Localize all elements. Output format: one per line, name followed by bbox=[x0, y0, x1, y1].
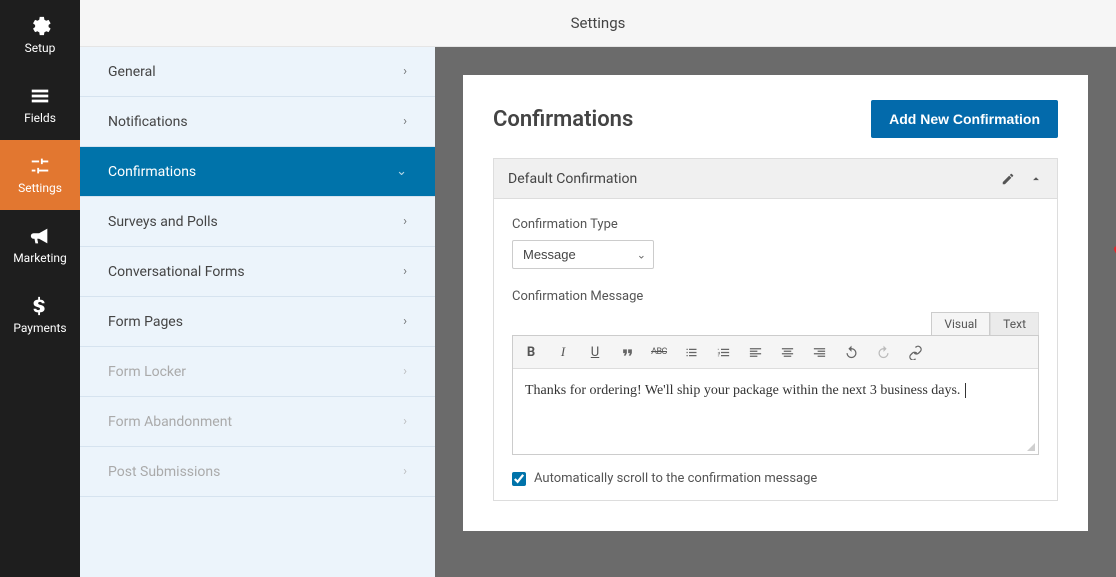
confirmation-block-title: Default Confirmation bbox=[508, 171, 637, 187]
chevron-right-icon: › bbox=[403, 114, 407, 129]
editor-toolbar: B I U ABC bbox=[513, 336, 1038, 369]
annotation-arrow bbox=[1105, 167, 1116, 291]
submenu-item-conversational[interactable]: Conversational Forms › bbox=[80, 247, 435, 297]
submenu-item-confirmations[interactable]: Confirmations ⌄ bbox=[80, 147, 435, 197]
confirmation-type-label: Confirmation Type bbox=[512, 217, 1039, 232]
submenu-item-formabandonment[interactable]: Form Abandonment › bbox=[80, 397, 435, 447]
editor-tab-text[interactable]: Text bbox=[990, 312, 1039, 335]
panel-title: Confirmations bbox=[493, 107, 633, 132]
unordered-list-button[interactable] bbox=[681, 342, 701, 362]
gear-icon bbox=[29, 15, 51, 37]
editor-text-content: Thanks for ordering! We'll ship your pac… bbox=[525, 383, 960, 398]
sidebar-label-setup: Setup bbox=[25, 41, 56, 55]
undo-button[interactable] bbox=[841, 342, 861, 362]
redo-button[interactable] bbox=[873, 342, 893, 362]
confirmation-message-label: Confirmation Message bbox=[512, 289, 1039, 304]
submenu-label: Conversational Forms bbox=[108, 264, 245, 280]
sidebar-item-marketing[interactable]: Marketing bbox=[0, 210, 80, 280]
align-left-button[interactable] bbox=[745, 342, 765, 362]
resize-handle-icon[interactable] bbox=[1026, 442, 1036, 452]
submenu-label: General bbox=[108, 64, 156, 80]
chevron-up-icon[interactable] bbox=[1029, 172, 1043, 186]
sliders-icon bbox=[29, 155, 51, 177]
sidebar-item-setup[interactable]: Setup bbox=[0, 0, 80, 70]
submenu-item-formpages[interactable]: Form Pages › bbox=[80, 297, 435, 347]
align-right-button[interactable] bbox=[809, 342, 829, 362]
submenu-item-notifications[interactable]: Notifications › bbox=[80, 97, 435, 147]
chevron-right-icon: › bbox=[403, 264, 407, 279]
rich-text-editor: B I U ABC bbox=[512, 335, 1039, 455]
submenu-label: Form Abandonment bbox=[108, 414, 232, 430]
confirmation-block-header[interactable]: Default Confirmation bbox=[494, 159, 1057, 199]
auto-scroll-label: Automatically scroll to the confirmation… bbox=[534, 471, 817, 486]
sidebar-label-payments: Payments bbox=[13, 321, 66, 335]
pencil-icon[interactable] bbox=[1001, 172, 1015, 186]
confirmation-block: Default Confirmation Confirmation Type M… bbox=[493, 158, 1058, 501]
submenu-label: Surveys and Polls bbox=[108, 214, 218, 230]
chevron-right-icon: › bbox=[403, 464, 407, 479]
link-button[interactable] bbox=[905, 342, 925, 362]
chevron-right-icon: › bbox=[403, 214, 407, 229]
editor-textarea[interactable]: Thanks for ordering! We'll ship your pac… bbox=[513, 369, 1038, 454]
add-confirmation-button[interactable]: Add New Confirmation bbox=[871, 100, 1058, 138]
submenu-item-general[interactable]: General › bbox=[80, 47, 435, 97]
submenu-label: Confirmations bbox=[108, 164, 196, 180]
icon-sidebar: Setup Fields Settings Marketing Payments bbox=[0, 0, 80, 577]
page-title: Settings bbox=[80, 0, 1116, 47]
chevron-right-icon: › bbox=[403, 414, 407, 429]
sidebar-item-fields[interactable]: Fields bbox=[0, 70, 80, 140]
auto-scroll-checkbox[interactable] bbox=[512, 472, 526, 486]
strikethrough-button[interactable]: ABC bbox=[649, 342, 669, 362]
submenu-label: Notifications bbox=[108, 114, 188, 130]
sidebar-item-payments[interactable]: Payments bbox=[0, 280, 80, 350]
submenu-label: Post Submissions bbox=[108, 464, 220, 480]
chevron-down-icon: ⌄ bbox=[396, 164, 407, 179]
italic-button[interactable]: I bbox=[553, 342, 573, 362]
dollar-icon bbox=[29, 295, 51, 317]
ordered-list-button[interactable] bbox=[713, 342, 733, 362]
main-canvas: Confirmations Add New Confirmation Defau… bbox=[435, 47, 1116, 577]
confirmations-panel: Confirmations Add New Confirmation Defau… bbox=[463, 75, 1088, 531]
submenu-item-postsubmissions[interactable]: Post Submissions › bbox=[80, 447, 435, 497]
submenu-item-surveys[interactable]: Surveys and Polls › bbox=[80, 197, 435, 247]
confirmation-type-select[interactable]: Message bbox=[512, 240, 654, 269]
bullhorn-icon bbox=[29, 225, 51, 247]
blockquote-button[interactable] bbox=[617, 342, 637, 362]
align-center-button[interactable] bbox=[777, 342, 797, 362]
sidebar-label-fields: Fields bbox=[24, 111, 56, 125]
list-icon bbox=[29, 85, 51, 107]
bold-button[interactable]: B bbox=[521, 342, 541, 362]
submenu-label: Form Locker bbox=[108, 364, 186, 380]
chevron-right-icon: › bbox=[403, 64, 407, 79]
chevron-right-icon: › bbox=[403, 314, 407, 329]
settings-submenu: General › Notifications › Confirmations … bbox=[80, 47, 435, 577]
sidebar-label-settings: Settings bbox=[18, 181, 62, 195]
chevron-right-icon: › bbox=[403, 364, 407, 379]
submenu-label: Form Pages bbox=[108, 314, 183, 330]
editor-tab-visual[interactable]: Visual bbox=[931, 312, 990, 335]
sidebar-item-settings[interactable]: Settings bbox=[0, 140, 80, 210]
submenu-item-formlocker[interactable]: Form Locker › bbox=[80, 347, 435, 397]
sidebar-label-marketing: Marketing bbox=[13, 251, 67, 265]
auto-scroll-checkbox-row[interactable]: Automatically scroll to the confirmation… bbox=[512, 471, 1039, 486]
underline-button[interactable]: U bbox=[585, 342, 605, 362]
